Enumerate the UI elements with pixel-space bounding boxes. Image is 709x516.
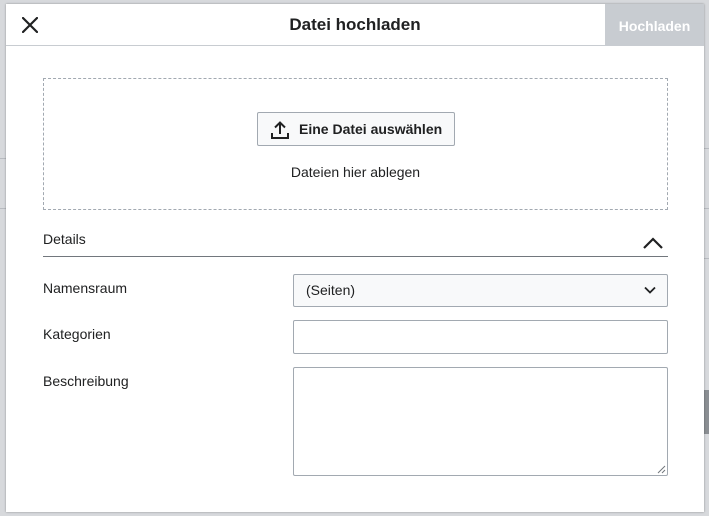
select-file-button-label: Eine Datei auswählen	[299, 121, 443, 137]
close-button[interactable]	[14, 9, 46, 41]
drop-hint: Dateien hier ablegen	[290, 164, 421, 180]
backdrop-scroll-strip	[704, 390, 709, 434]
chevron-up-icon	[643, 237, 663, 249]
upload-button[interactable]: Hochladen	[605, 4, 704, 46]
upload-icon	[271, 121, 289, 139]
details-label: Details	[43, 231, 86, 247]
upload-dialog: Datei hochladen Hochladen Eine Datei aus…	[6, 4, 704, 512]
select-file-button[interactable]: Eine Datei auswählen	[257, 112, 455, 146]
file-dropzone[interactable]: Eine Datei auswählen Dateien hier ablege…	[43, 78, 668, 210]
backdrop-line	[704, 148, 709, 149]
resize-grip-icon[interactable]	[657, 465, 666, 474]
dialog-title: Datei hochladen	[289, 15, 421, 34]
chevron-down-icon	[644, 286, 656, 294]
categories-input[interactable]	[293, 320, 668, 354]
backdrop-line	[704, 208, 709, 209]
details-toggle[interactable]: Details	[43, 224, 668, 257]
namespace-select[interactable]: (Seiten)	[293, 274, 668, 307]
backdrop-line	[704, 258, 709, 259]
close-icon	[22, 17, 38, 33]
dialog-header: Datei hochladen Hochladen	[6, 4, 704, 46]
description-textarea[interactable]	[293, 367, 668, 476]
description-label: Beschreibung	[43, 373, 129, 389]
namespace-label: Namensraum	[43, 280, 128, 296]
categories-label: Kategorien	[43, 326, 111, 342]
namespace-select-value: (Seiten)	[306, 282, 356, 298]
